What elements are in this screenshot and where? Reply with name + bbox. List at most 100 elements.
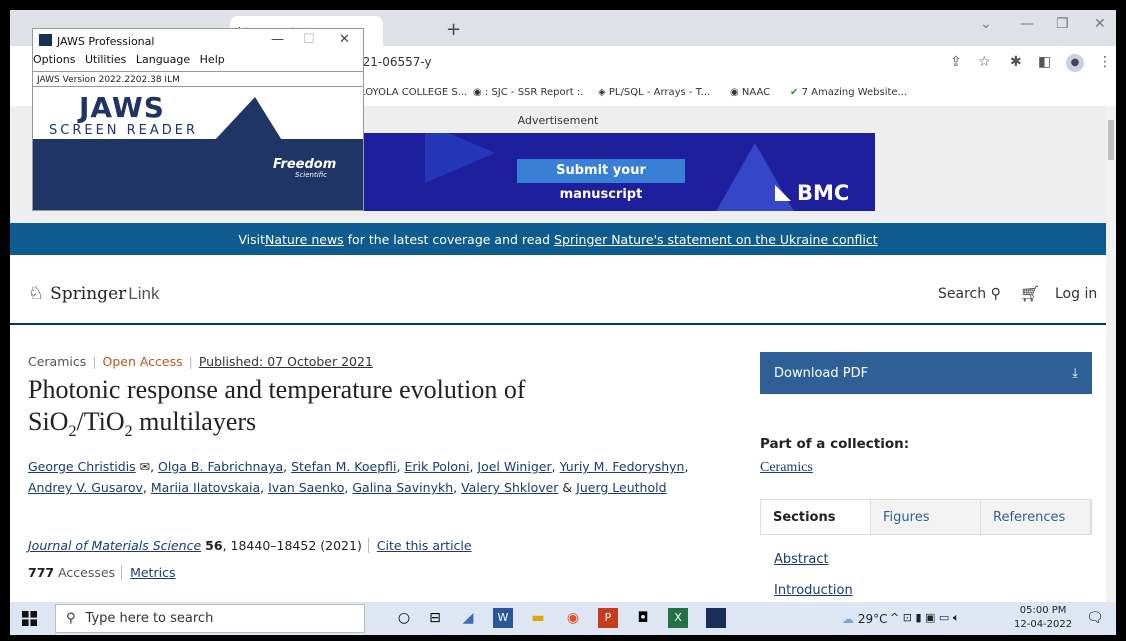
download-icon: ⤓ [1072, 365, 1078, 381]
task-view-icon[interactable]: ⊟ [425, 608, 445, 628]
author-link[interactable]: Erik Poloni [404, 459, 469, 474]
search-icon: ⚲ [990, 286, 1001, 302]
chevron-up-icon[interactable]: ^ [890, 611, 899, 624]
volume-icon[interactable]: 🔈︎ [953, 611, 960, 624]
page-scrollbar[interactable] [1106, 106, 1116, 602]
mail-icon[interactable]: ✉ [140, 459, 150, 474]
author-link[interactable]: Stefan M. Koepfli [291, 459, 396, 474]
share-icon[interactable]: ⇪ [950, 54, 962, 70]
bookmark-item[interactable]: ✔ 7 Amazing Website... [790, 87, 907, 98]
star-icon[interactable]: ☆ [978, 54, 991, 70]
notice-bar: Visit Nature news for the latest coverag… [10, 223, 1106, 255]
submit-manuscript-button[interactable]: Submit your manuscript [517, 159, 685, 202]
menu-item-options[interactable]: Options [33, 53, 75, 66]
taskbar: ⚲ Type here to search ○ ⊟ ◢ W ▬ ◉ P ◘ X … [10, 602, 1116, 635]
cart-icon[interactable]: 🛒︎ [1020, 284, 1040, 303]
display-icon[interactable]: ▣ [925, 611, 935, 624]
freedom-scientific-sub: Scientific [295, 171, 328, 179]
jaws-version: JAWS Version 2022.2202.38 ILM [33, 71, 363, 87]
search-button[interactable]: Search ⚲ [938, 286, 1001, 302]
jaws-window: JAWS Professional — ☐ ✕ Options Utilitie… [32, 28, 364, 211]
tab-references[interactable]: References [981, 500, 1091, 534]
section-link-abstract[interactable]: Abstract [774, 552, 829, 567]
weather-temperature[interactable]: ☁ 29°C [842, 612, 887, 626]
jaws-wordmark: JAWS [79, 91, 165, 124]
menu-item-help[interactable]: Help [200, 53, 225, 66]
menu-kebab-icon[interactable]: ⋮ [1098, 54, 1112, 70]
banner-shape [425, 133, 495, 183]
app-icon[interactable]: ◢ [458, 608, 478, 628]
tab-figures[interactable]: Figures [871, 500, 981, 534]
extensions-icon[interactable]: ✱ [1010, 54, 1022, 70]
download-pdf-button[interactable]: Download PDF ⤓ [760, 352, 1092, 394]
windows-start-icon[interactable] [22, 611, 37, 626]
camera-icon[interactable]: ◘ [633, 608, 653, 628]
author-list: George Christidis ✉, Olga B. Fabrichnaya… [28, 459, 689, 495]
author-link[interactable]: George Christidis [28, 459, 136, 474]
collection-link[interactable]: Ceramics [760, 460, 813, 476]
published-date-link[interactable]: Published: 07 October 2021 [199, 354, 373, 369]
section-link-introduction[interactable]: Introduction [774, 583, 853, 598]
author-link[interactable]: Valery Shklover [461, 480, 558, 495]
metrics-link[interactable]: Metrics [121, 565, 176, 580]
notification-icon[interactable]: 🗨︎ [1086, 610, 1104, 626]
screen: l temperat × + ⌄ — ❐ ✕ 021-06557-y ⇪ ☆ ✱… [10, 10, 1116, 635]
network-icon[interactable]: ⊡ [903, 611, 912, 624]
site-header: ♘ Springer Link Search ⚲ 🛒︎ Log in [10, 255, 1106, 325]
minimize-icon[interactable]: — [1020, 16, 1034, 32]
bmc-logo: BMC [775, 181, 849, 205]
freedom-scientific-logo: Freedom [273, 157, 337, 172]
excel-icon[interactable]: X [668, 608, 688, 628]
side-panel-icon[interactable]: ◧ [1038, 54, 1051, 70]
nature-news-link[interactable]: Nature news [265, 232, 344, 247]
cortana-icon[interactable]: ○ [394, 608, 414, 628]
author-link[interactable]: Mariia Ilatovskaia [151, 480, 260, 495]
springer-link-logo[interactable]: ♘ Springer Link [28, 283, 159, 304]
bookmark-item[interactable]: ◉ NAAC [730, 87, 770, 98]
close-icon[interactable]: ✕ [339, 32, 350, 47]
author-link[interactable]: Yuriy M. Fedoryshyn [560, 459, 685, 474]
powerpoint-icon[interactable]: P [598, 608, 618, 628]
profile-avatar-icon[interactable]: ● [1066, 54, 1084, 72]
new-tab-button[interactable]: + [446, 19, 461, 40]
author-link[interactable]: Olga B. Fabrichnaya [158, 459, 283, 474]
search-icon: ⚲ [66, 611, 76, 626]
menu-item-utilities[interactable]: Utilities [85, 53, 126, 66]
clock[interactable]: 05:00 PM 12-04-2022 [1014, 604, 1072, 632]
tab-sections[interactable]: Sections [761, 500, 871, 534]
jaws-taskbar-icon[interactable] [706, 608, 726, 628]
journal-link[interactable]: Journal of Materials Science [28, 538, 201, 553]
battery-icon[interactable]: ▭ [939, 611, 949, 624]
folder-icon[interactable]: ▬ [528, 608, 548, 628]
collection-heading: Part of a collection: [760, 436, 910, 452]
bookmark-item[interactable]: ◉ : SJC - SSR Report :. [473, 87, 583, 98]
bookmark-item[interactable]: ◈ PL/SQL - Arrays - T... [598, 87, 710, 98]
author-link[interactable]: Andrey V. Gusarov [28, 480, 143, 495]
restore-icon[interactable]: ❐ [1056, 16, 1069, 32]
bookmark-item[interactable]: LOYOLA COLLEGE S... [360, 87, 467, 98]
author-link[interactable]: Ivan Saenko [268, 480, 344, 495]
taskbar-search-input[interactable]: ⚲ Type here to search [55, 604, 365, 633]
author-link[interactable]: Joel Winiger [477, 459, 551, 474]
weather-icon: ☁ [842, 612, 854, 626]
check-circle-icon: ✔ [790, 87, 799, 98]
login-link[interactable]: Log in [1055, 286, 1097, 302]
chevron-down-icon[interactable]: ⌄ [980, 16, 992, 32]
ukraine-statement-link[interactable]: Springer Nature's statement on the Ukrai… [554, 232, 878, 247]
minimize-icon[interactable]: — [271, 32, 284, 47]
bmc-mark-icon [775, 185, 791, 201]
scrollbar-thumb[interactable] [1108, 120, 1114, 160]
word-icon[interactable]: W [493, 608, 513, 628]
springer-horse-icon: ♘ [28, 283, 45, 304]
cite-article-link[interactable]: Cite this article [367, 538, 472, 553]
jaws-subtitle: SCREEN READER [49, 123, 199, 138]
microphone-icon[interactable]: ▮ [915, 611, 921, 624]
sidebar-tabs: Sections Figures References [760, 499, 1092, 535]
category-label: Ceramics [28, 354, 87, 369]
author-link[interactable]: Juerg Leuthold [576, 480, 666, 495]
chrome-icon[interactable]: ◉ [563, 608, 583, 628]
address-bar[interactable]: 021-06557-y [355, 55, 432, 69]
menu-item-language[interactable]: Language [136, 53, 190, 66]
close-window-icon[interactable]: ✕ [1094, 16, 1106, 32]
author-link[interactable]: Galina Savinykh [352, 480, 453, 495]
